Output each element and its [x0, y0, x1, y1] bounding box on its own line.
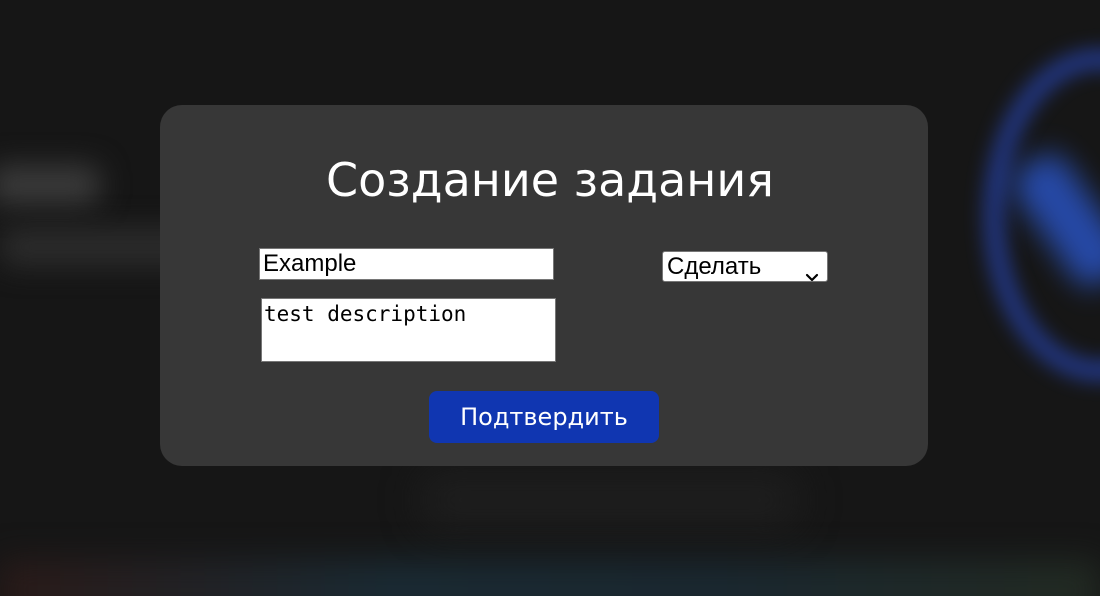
chevron-down-icon [805, 262, 819, 281]
blurred-background-element [420, 470, 800, 530]
task-description-input[interactable]: test description [261, 298, 556, 362]
task-status-select[interactable]: Сделать [662, 251, 828, 282]
submit-button[interactable]: Подтвердить [429, 391, 659, 443]
task-title-input[interactable] [259, 248, 554, 280]
page-background: Создание задания test description Сделат… [0, 0, 1100, 596]
task-status-selected-value: Сделать [667, 252, 762, 280]
dialog-title: Создание задания [326, 153, 774, 207]
blurred-background-footer [0, 560, 1100, 596]
